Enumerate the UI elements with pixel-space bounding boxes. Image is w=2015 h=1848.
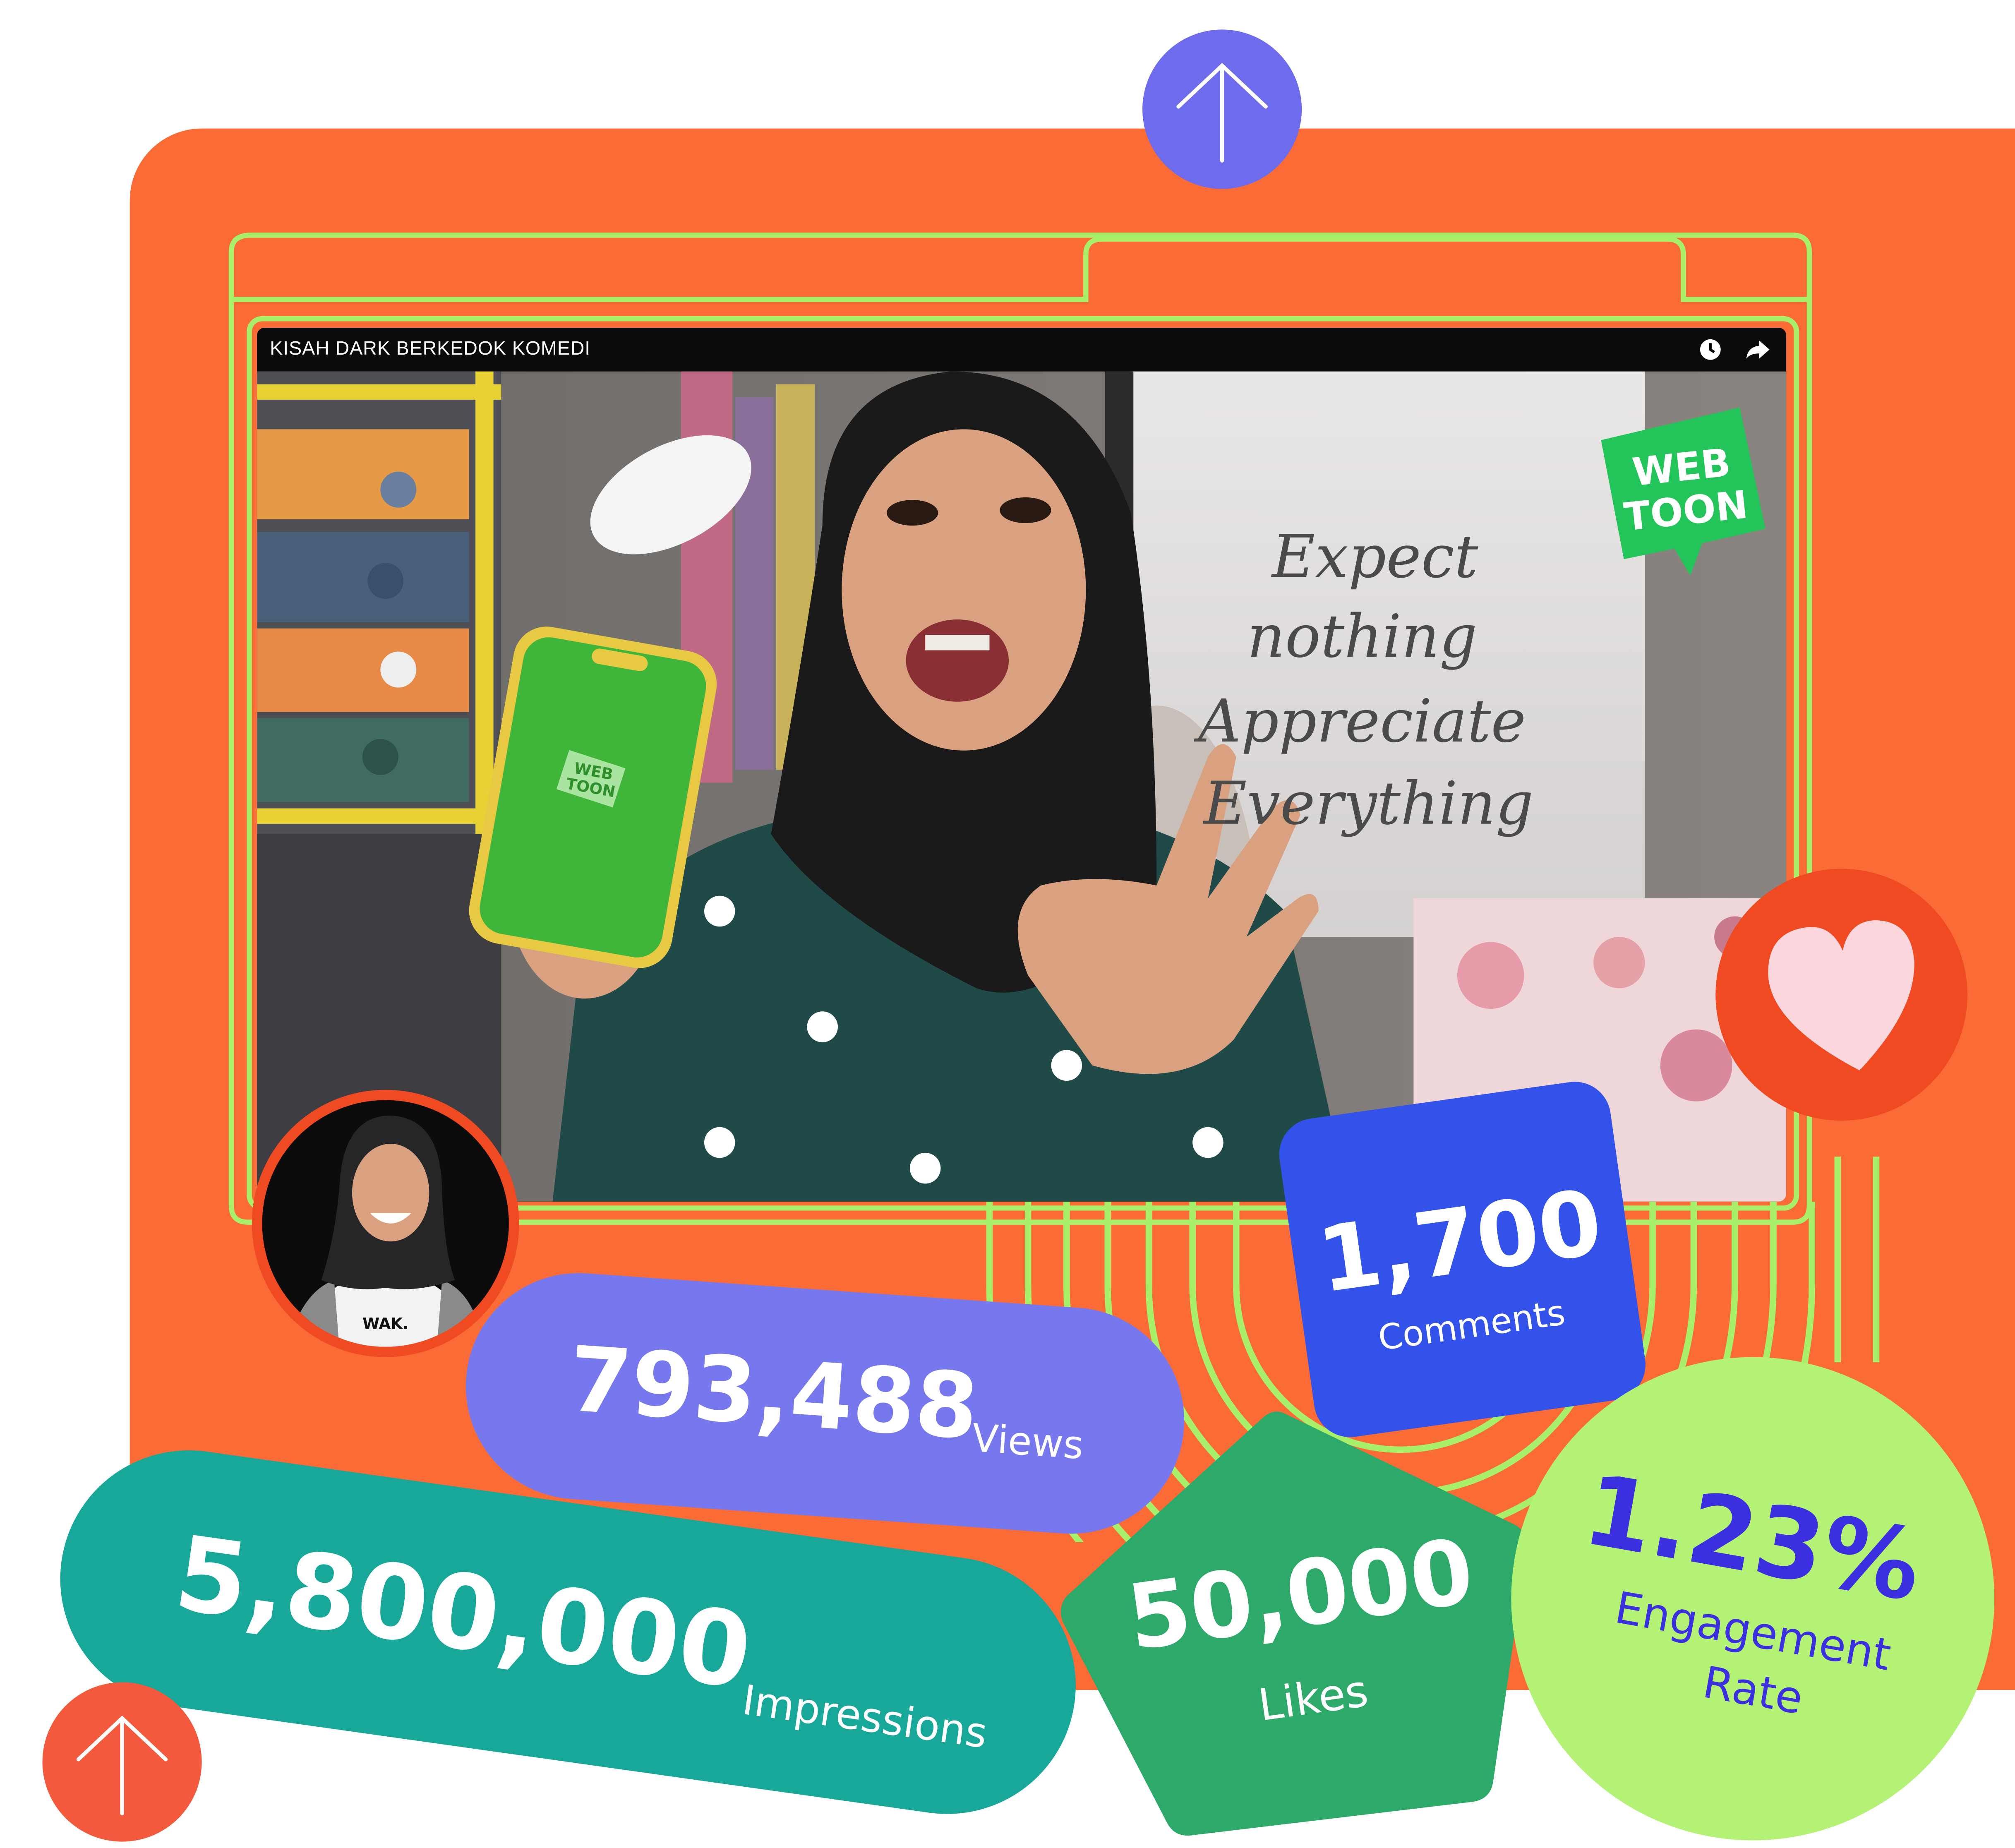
views-value: 793,488 [565,1326,982,1460]
video-scene: WEB TOON WEB TOON Expect nothing Appreci… [257,371,1787,1202]
video-title: KISAH DARK BERKEDOK KOMEDI [270,338,591,360]
avatar-shirt-text: WAK. [362,1314,408,1332]
clock-icon[interactable] [1699,338,1722,361]
poster-line1: Expect [1271,522,1478,591]
comments-stat-card: 1,700 Comments [1274,1077,1650,1442]
heart-badge[interactable] [1715,869,1967,1121]
up-arrow-badge-bottom[interactable] [42,1682,202,1842]
poster-line3: Appreciate [1194,686,1526,756]
impressions-value: 5,800,000 [168,1513,758,1713]
heart-icon [1768,920,1914,1070]
impressions-label: Impressions [739,1675,991,1758]
up-arrow-badge-top[interactable] [1142,29,1302,189]
up-arrow-icon [1176,62,1268,163]
poster-line4: Everything [1202,769,1533,838]
poster-line2: nothing [1247,602,1478,671]
share-icon[interactable] [1745,338,1770,361]
avatar[interactable]: WAK. [252,1090,519,1357]
avatar-photo: WAK. [262,1100,509,1347]
engagement-stat-circle: 1.23% Engagement Rate [1511,1357,1995,1841]
infographic-canvas: KISAH DARK BERKEDOK KOMEDI WEB TOON WEB … [0,0,2015,1842]
video-player[interactable]: KISAH DARK BERKEDOK KOMEDI WEB TOON WEB … [257,327,1787,1202]
video-title-bar: KISAH DARK BERKEDOK KOMEDI [257,327,1787,372]
up-arrow-icon [76,1716,168,1815]
